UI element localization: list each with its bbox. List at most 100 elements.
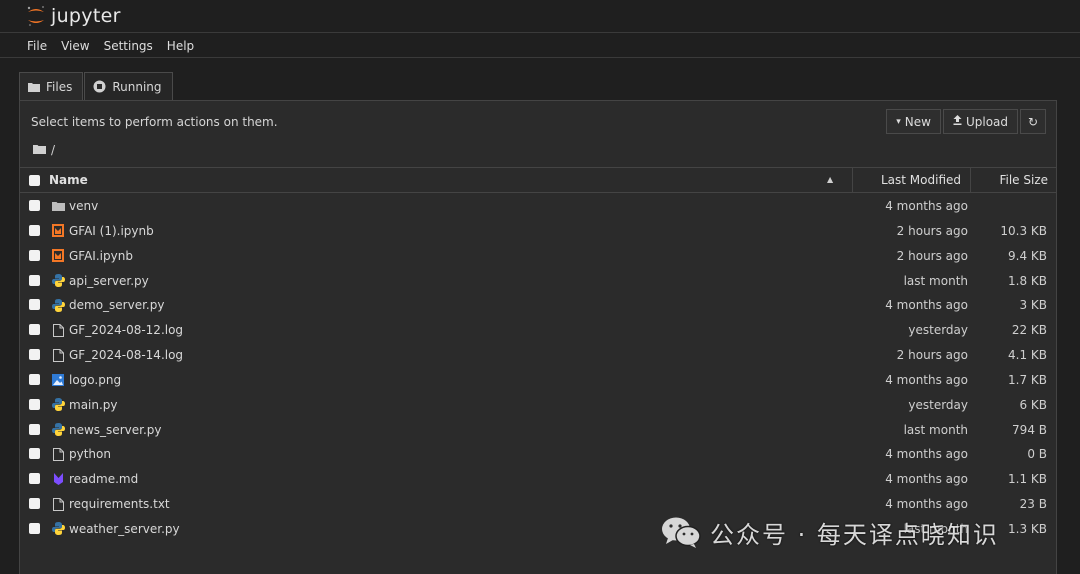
menu-view[interactable]: View bbox=[61, 39, 89, 53]
row-checkbox[interactable] bbox=[29, 373, 40, 385]
row-checkbox[interactable] bbox=[29, 299, 40, 311]
tab-files[interactable]: Files bbox=[19, 72, 84, 100]
breadcrumb-path[interactable]: / bbox=[51, 143, 55, 157]
file-name[interactable]: readme.md bbox=[69, 472, 138, 486]
tab-running-label: Running bbox=[112, 79, 162, 94]
row-checkbox[interactable] bbox=[29, 224, 40, 236]
file-name[interactable]: GF_2024-08-14.log bbox=[69, 348, 183, 362]
file-size: 6 KB bbox=[1019, 397, 1047, 412]
table-row[interactable]: main.py yesterday 6 KB bbox=[20, 393, 1056, 418]
file-icon bbox=[51, 447, 65, 461]
file-last-modified: yesterday bbox=[908, 323, 968, 338]
upload-button-label: Upload bbox=[965, 114, 1008, 129]
image-icon bbox=[51, 373, 65, 387]
row-checkbox[interactable] bbox=[29, 324, 40, 336]
file-icon bbox=[51, 497, 65, 511]
menu-settings[interactable]: Settings bbox=[104, 39, 153, 53]
file-name[interactable]: weather_server.py bbox=[69, 522, 180, 536]
wechat-icon bbox=[662, 517, 701, 548]
row-checkbox[interactable] bbox=[29, 274, 40, 286]
file-size: 1.8 KB bbox=[1008, 273, 1047, 288]
file-name[interactable]: venv bbox=[69, 199, 98, 213]
file-name[interactable]: GF_2024-08-12.log bbox=[69, 323, 183, 337]
column-file-size[interactable]: File Size bbox=[970, 168, 1056, 192]
file-icon bbox=[51, 323, 65, 337]
table-row[interactable]: python 4 months ago 0 B bbox=[20, 442, 1056, 467]
file-name[interactable]: python bbox=[69, 447, 111, 461]
file-size: 3 KB bbox=[1019, 298, 1047, 313]
file-size: 0 B bbox=[1027, 447, 1047, 462]
table-row[interactable]: GF_2024-08-14.log 2 hours ago 4.1 KB bbox=[20, 343, 1056, 368]
file-name[interactable]: news_server.py bbox=[69, 423, 161, 437]
row-checkbox[interactable] bbox=[29, 200, 40, 211]
file-last-modified: 4 months ago bbox=[885, 497, 968, 512]
file-last-modified: 4 months ago bbox=[885, 447, 968, 462]
file-icon bbox=[51, 348, 65, 362]
menu-help[interactable]: Help bbox=[167, 39, 194, 53]
file-size: 9.4 KB bbox=[1008, 248, 1047, 263]
new-button[interactable]: ▾ New bbox=[886, 109, 941, 134]
python-icon bbox=[51, 522, 65, 536]
file-size: 1.1 KB bbox=[1008, 472, 1047, 487]
watermark: 公众号 · 每天译点晓知识 bbox=[660, 514, 999, 550]
folder-icon bbox=[28, 82, 40, 92]
notebook-icon bbox=[51, 249, 65, 263]
python-icon bbox=[51, 298, 65, 312]
table-row[interactable]: demo_server.py 4 months ago 3 KB bbox=[20, 293, 1056, 318]
row-checkbox[interactable] bbox=[29, 423, 40, 435]
row-checkbox[interactable] bbox=[29, 522, 40, 534]
table-row[interactable]: logo.png 4 months ago 1.7 KB bbox=[20, 368, 1056, 393]
table-row[interactable]: readme.md 4 months ago 1.1 KB bbox=[20, 467, 1056, 492]
python-icon bbox=[51, 274, 65, 288]
column-name[interactable]: Name bbox=[49, 168, 88, 192]
new-button-label: New bbox=[904, 114, 931, 129]
file-last-modified: 2 hours ago bbox=[896, 348, 968, 363]
file-name[interactable]: GFAI.ipynb bbox=[69, 249, 133, 263]
file-last-modified: 4 months ago bbox=[885, 372, 968, 387]
table-row[interactable]: api_server.py last month 1.8 KB bbox=[20, 269, 1056, 294]
file-browser-panel: Select items to perform actions on them.… bbox=[19, 100, 1057, 574]
refresh-button[interactable]: ↻ bbox=[1020, 109, 1046, 134]
row-checkbox[interactable] bbox=[29, 349, 40, 361]
running-icon bbox=[93, 80, 106, 93]
file-list: venv 4 months ago GFAI (1).ipynb 2 hours ag… bbox=[20, 194, 1056, 542]
home-folder-icon[interactable] bbox=[33, 143, 46, 157]
file-name[interactable]: GFAI (1).ipynb bbox=[69, 224, 154, 238]
file-name[interactable]: api_server.py bbox=[69, 274, 149, 288]
toolbar-buttons: ▾ New Upload ↻ bbox=[884, 109, 1046, 134]
tab-running[interactable]: Running bbox=[84, 72, 173, 100]
select-all-checkbox[interactable] bbox=[29, 175, 40, 186]
sort-ascending-icon[interactable]: ▲ bbox=[827, 168, 833, 192]
file-last-modified: 2 hours ago bbox=[896, 248, 968, 263]
jupyter-logo[interactable]: jupyter bbox=[26, 3, 121, 29]
upload-icon bbox=[953, 115, 962, 128]
file-name[interactable]: requirements.txt bbox=[69, 497, 170, 511]
table-row[interactable]: GFAI (1).ipynb 2 hours ago 10.3 KB bbox=[20, 219, 1056, 244]
refresh-icon: ↻ bbox=[1027, 114, 1039, 129]
menu-file[interactable]: File bbox=[27, 39, 47, 53]
file-name[interactable]: logo.png bbox=[69, 373, 121, 387]
file-name[interactable]: main.py bbox=[69, 398, 118, 412]
upload-button[interactable]: Upload bbox=[942, 109, 1018, 134]
table-header: Name ▲ Last Modified File Size bbox=[20, 167, 1056, 193]
file-last-modified: 4 months ago bbox=[885, 298, 968, 313]
notebook-icon bbox=[51, 224, 65, 238]
row-checkbox[interactable] bbox=[29, 498, 40, 510]
table-row[interactable]: GF_2024-08-12.log yesterday 22 KB bbox=[20, 318, 1056, 343]
file-last-modified: 4 months ago bbox=[885, 472, 968, 487]
folder-icon bbox=[51, 199, 65, 213]
row-checkbox[interactable] bbox=[29, 249, 40, 261]
row-checkbox[interactable] bbox=[29, 448, 40, 460]
column-last-modified[interactable]: Last Modified bbox=[852, 168, 970, 192]
file-size: 23 B bbox=[1019, 497, 1047, 512]
file-name[interactable]: demo_server.py bbox=[69, 298, 164, 312]
file-last-modified: last month bbox=[903, 422, 968, 437]
breadcrumb: / bbox=[33, 143, 55, 157]
table-row[interactable]: venv 4 months ago bbox=[20, 194, 1056, 219]
row-checkbox[interactable] bbox=[29, 473, 40, 485]
file-size: 4.1 KB bbox=[1008, 348, 1047, 363]
table-row[interactable]: GFAI.ipynb 2 hours ago 9.4 KB bbox=[20, 244, 1056, 269]
file-size: 1.7 KB bbox=[1008, 372, 1047, 387]
table-row[interactable]: news_server.py last month 794 B bbox=[20, 418, 1056, 443]
row-checkbox[interactable] bbox=[29, 398, 40, 410]
